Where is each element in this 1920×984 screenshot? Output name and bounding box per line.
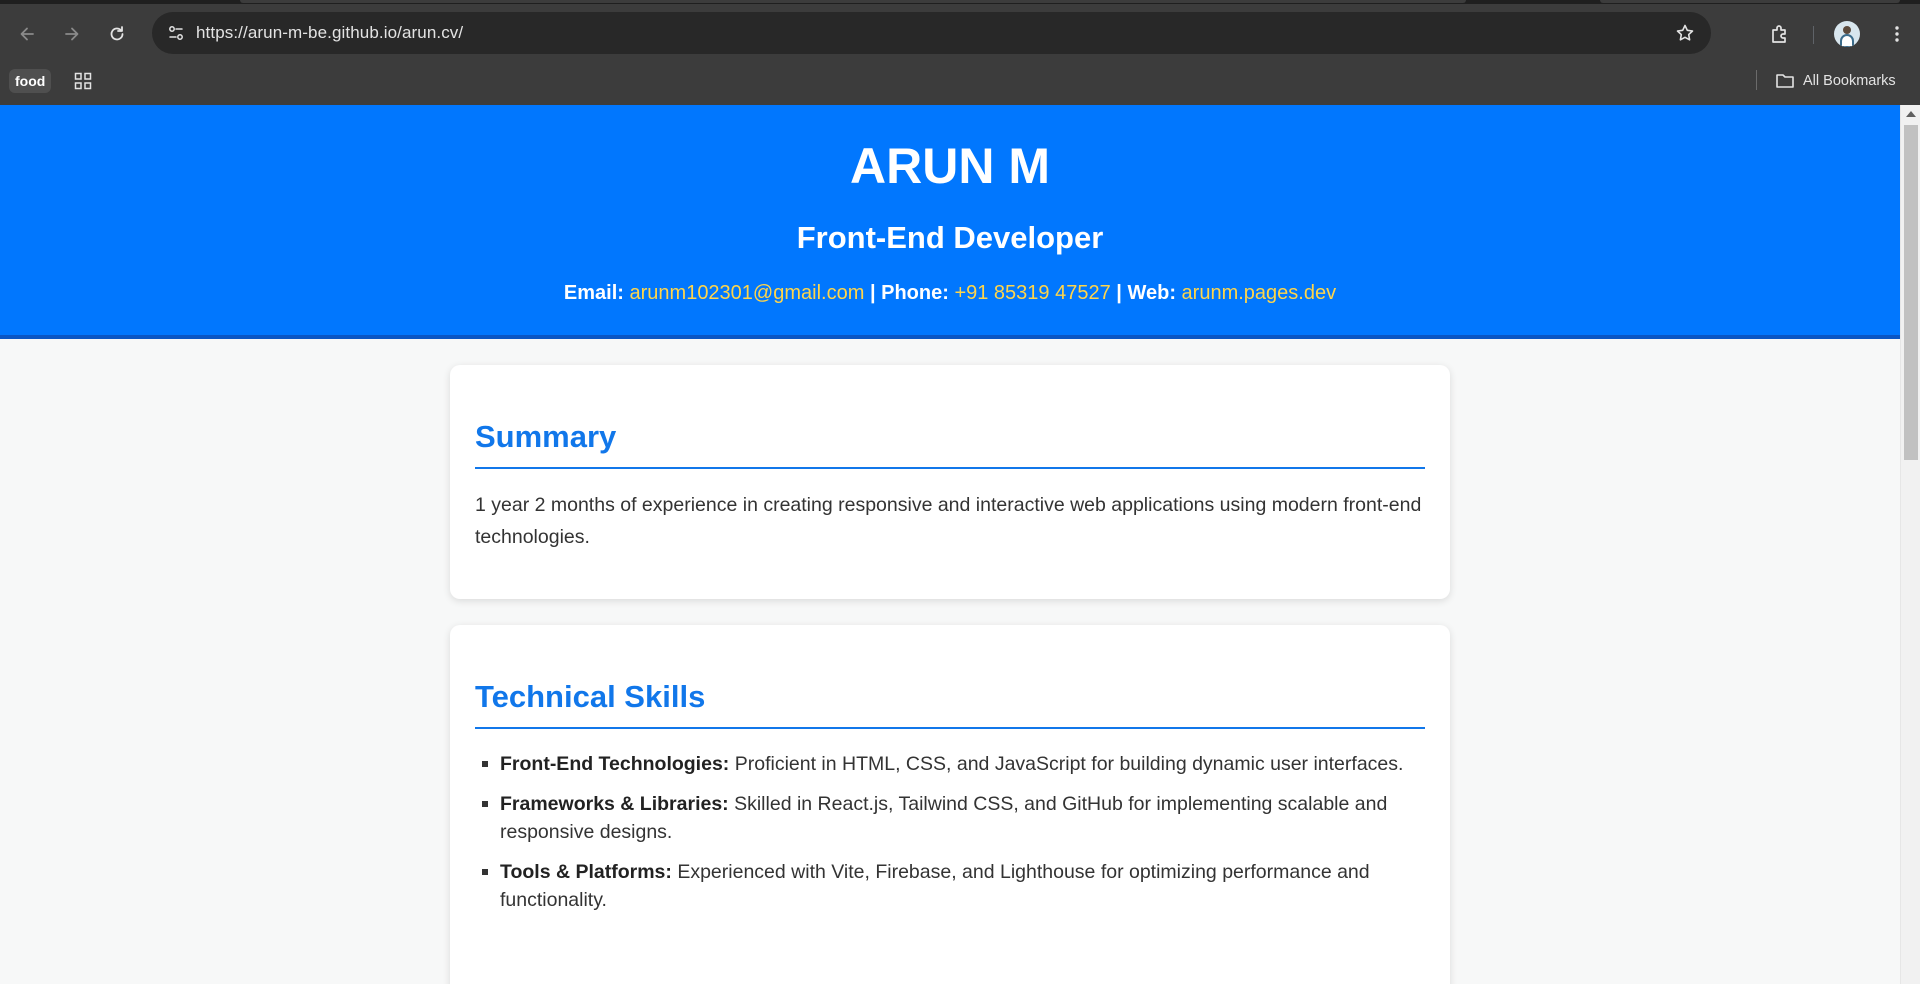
browser-toolbar: https://arun-m-be.github.io/arun.cv/ <box>0 4 1920 62</box>
bookmarks-bar: food All Bookmarks <box>0 62 1920 105</box>
bullet <box>482 761 488 767</box>
extensions-button[interactable] <box>1763 17 1797 51</box>
summary-text: 1 year 2 months of experience in creatin… <box>475 494 1422 548</box>
site-info-icon <box>169 26 183 40</box>
contact-line: Email: arunm102301@gmail.com | Phone: +9… <box>0 282 1900 305</box>
bullet <box>482 801 488 807</box>
kebab-menu-icon <box>1895 26 1899 42</box>
skills-heading: Technical Skills <box>475 679 706 714</box>
star-icon <box>1676 24 1694 41</box>
all-bookmarks-label: All Bookmarks <box>1803 73 1896 89</box>
separator: | <box>1116 282 1122 304</box>
phone-link[interactable]: +91 85319 47527 <box>954 282 1110 304</box>
phone-label: Phone: <box>881 282 949 304</box>
back-button[interactable] <box>10 17 44 51</box>
toolbar-separator <box>1813 26 1814 44</box>
avatar-body <box>1840 34 1854 47</box>
scroll-thumb[interactable] <box>1904 125 1918 460</box>
summary-section: Summary 1 year 2 months of experience in… <box>450 365 1450 599</box>
bookmarks-separator <box>1756 70 1757 90</box>
apps-grid-icon <box>74 72 92 90</box>
email-label: Email: <box>563 282 624 304</box>
job-title: Front-End Developer <box>796 220 1104 255</box>
forward-button[interactable] <box>55 17 89 51</box>
url-text[interactable]: https://arun-m-be.github.io/arun.cv/ <box>196 23 463 43</box>
bookmark-star-button[interactable] <box>1669 17 1701 49</box>
back-arrow-icon <box>20 27 34 41</box>
list-item: Front-End Technologies: Proficient in HT… <box>475 750 1425 778</box>
skill-label: Front-End Technologies: <box>500 753 730 775</box>
technical-skills-section: Technical Skills Front-End Technologies:… <box>450 625 1450 984</box>
folder-icon <box>1776 74 1794 88</box>
email-link[interactable]: arunm102301@gmail.com <box>630 282 865 304</box>
web-link[interactable]: arunm.pages.dev <box>1182 282 1337 304</box>
resume-header: ARUN M Front-End Developer Email: arunm1… <box>0 105 1900 339</box>
skill-label: Tools & Platforms: <box>500 861 672 883</box>
skills-list: Front-End Technologies: Proficient in HT… <box>475 750 1425 926</box>
summary-heading: Summary <box>475 419 617 454</box>
page-scrollbar[interactable] <box>1900 105 1920 984</box>
reload-icon <box>110 26 124 41</box>
bookmark-food[interactable]: food <box>9 69 52 93</box>
page-title: ARUN M <box>850 138 1050 194</box>
skill-text: Proficient in HTML, CSS, and JavaScript … <box>734 753 1404 775</box>
skills-divider <box>475 727 1425 729</box>
summary-divider <box>475 467 1425 469</box>
list-item: Tools & Platforms: Experienced with Vite… <box>475 858 1425 914</box>
site-info-button[interactable] <box>160 17 192 49</box>
scroll-up-arrow-icon[interactable] <box>1906 111 1916 117</box>
separator: | <box>869 282 876 304</box>
address-bar[interactable]: https://arun-m-be.github.io/arun.cv/ <box>152 12 1711 54</box>
active-tab-edge[interactable] <box>240 0 1466 3</box>
apps-button[interactable] <box>70 68 96 94</box>
browser-menu-button[interactable] <box>1880 17 1914 51</box>
all-bookmarks-button[interactable]: All Bookmarks <box>1775 68 1896 94</box>
profile-avatar[interactable] <box>1834 21 1860 47</box>
avatar-head <box>1843 26 1851 34</box>
list-item: Frameworks & Libraries: Skilled in React… <box>475 790 1425 846</box>
page-viewport: ARUN M Front-End Developer Email: arunm1… <box>0 105 1900 984</box>
skill-label: Frameworks & Libraries: <box>500 793 729 815</box>
inactive-tab-edge[interactable] <box>1600 0 1900 3</box>
extensions-icon <box>1772 25 1786 43</box>
bullet <box>482 869 488 875</box>
forward-arrow-icon <box>65 27 79 41</box>
web-label: Web: <box>1127 282 1176 304</box>
reload-button[interactable] <box>100 17 134 51</box>
